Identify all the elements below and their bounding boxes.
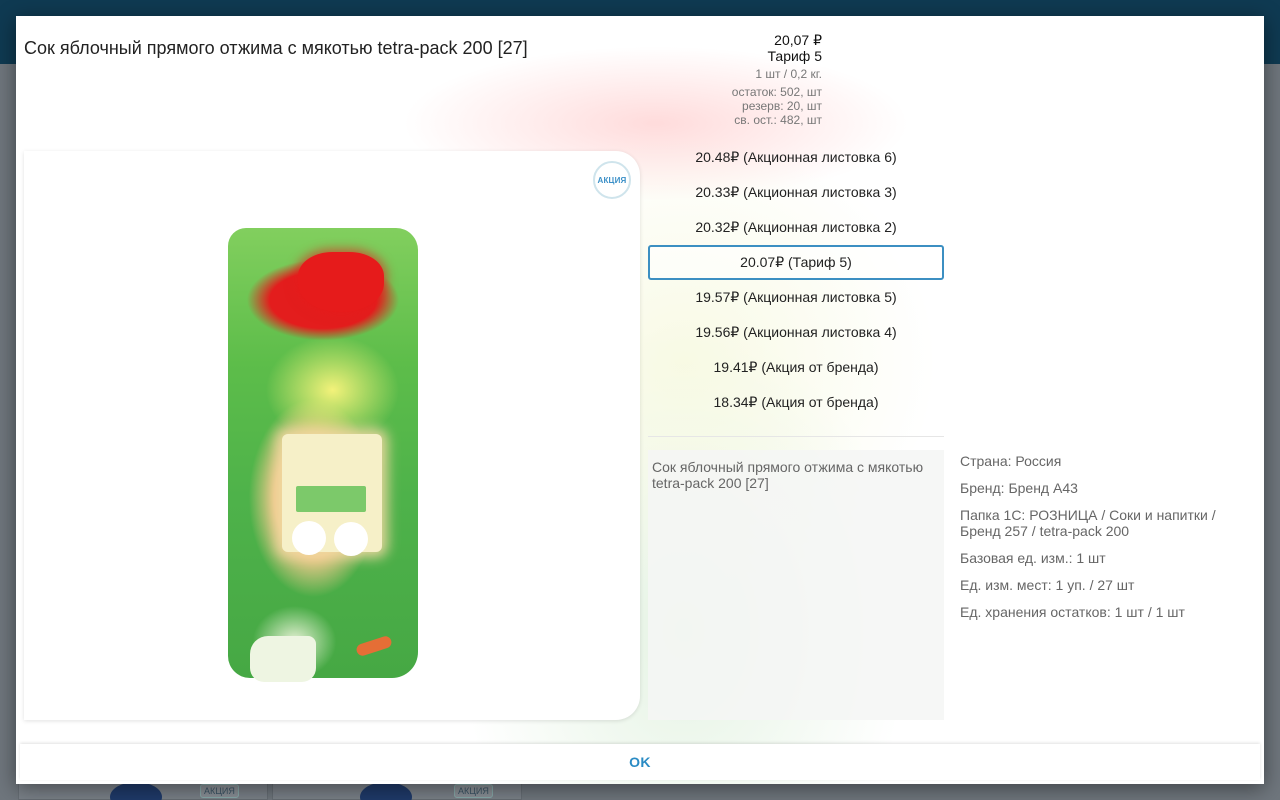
property-package-unit: Ед. изм. мест: 1 уп. / 27 шт [960, 577, 1135, 593]
property-base-unit: Базовая ед. изм.: 1 шт [960, 550, 1106, 566]
price-option[interactable]: 20.33₽ (Акционная листовка 3) [648, 175, 944, 210]
property-folder: Папка 1С: РОЗНИЦА / Соки и напитки / Бре… [960, 507, 1216, 539]
price-option[interactable]: 19.57₽ (Акционная листовка 5) [648, 280, 944, 315]
product-properties: Страна: Россия Бренд: Бренд А43 Папка 1С… [960, 453, 1250, 631]
stock-quantity: остаток: 502, шт [731, 85, 822, 99]
price-summary: 20,07 ₽ Тариф 5 1 шт / 0,2 кг. остаток: … [622, 32, 822, 127]
product-image-corner [250, 636, 316, 682]
unit-weight: 1 шт / 0,2 кг. [755, 67, 822, 81]
price-option[interactable]: 19.41₽ (Акция от бренда) [648, 350, 944, 385]
price-option[interactable]: 18.34₽ (Акция от бренда) [648, 385, 944, 420]
product-image-detail [292, 521, 326, 555]
reserve-quantity: резерв: 20, шт [742, 99, 822, 113]
price-option[interactable]: 19.56₽ (Акционная листовка 4) [648, 315, 944, 350]
background-promo-badge: АКЦИЯ [454, 784, 493, 798]
product-image-label-band [296, 486, 366, 512]
property-storage-unit: Ед. хранения остатков: 1 шт / 1 шт [960, 604, 1185, 620]
property-country: Страна: Россия [960, 453, 1062, 469]
property-brand: Бренд: Бренд А43 [960, 480, 1078, 496]
ok-button[interactable]: OK [20, 744, 1260, 780]
product-image-logo [298, 252, 384, 312]
background-promo-badge: АКЦИЯ [200, 784, 239, 798]
price-option-selected[interactable]: 20.07₽ (Тариф 5) [648, 245, 944, 280]
price-option[interactable]: 20.48₽ (Акционная листовка 6) [648, 140, 944, 175]
divider [648, 436, 944, 437]
current-price: 20,07 ₽ [774, 32, 822, 48]
price-option[interactable]: 20.32₽ (Акционная листовка 2) [648, 210, 944, 245]
product-description: Сок яблочный прямого отжима с мякотью te… [652, 459, 924, 491]
current-tariff: Тариф 5 [767, 48, 822, 64]
product-title: Сок яблочный прямого отжима с мякотью te… [24, 38, 528, 58]
promo-badge: АКЦИЯ [593, 161, 631, 199]
price-options-list: 20.48₽ (Акционная листовка 6) 20.33₽ (Ак… [648, 140, 944, 420]
free-stock-quantity: св. ост.: 482, шт [734, 113, 822, 127]
product-details-dialog: Сок яблочный прямого отжима с мякотью te… [16, 16, 1264, 784]
product-image-detail [334, 522, 368, 556]
